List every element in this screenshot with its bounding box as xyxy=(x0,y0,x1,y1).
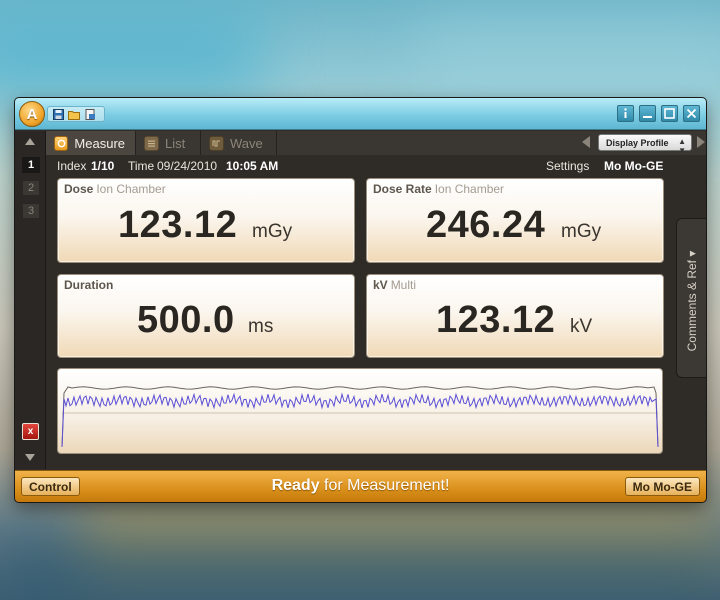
app-window: A Measure List Wave Display Profile ▲ ▼ … xyxy=(15,98,706,502)
title-bar: A xyxy=(15,98,706,130)
status-bar: Control Ready for Measurement! Mo Mo-GE xyxy=(15,470,706,502)
profile-select-value: Display Profile xyxy=(606,137,669,148)
minimize-icon[interactable] xyxy=(639,105,656,122)
kv-unit: kV xyxy=(570,316,593,337)
waveform-graph xyxy=(61,386,659,448)
index-label: Index xyxy=(57,159,87,173)
time-value: 10:05 AM xyxy=(226,159,279,173)
duration-panel: Duration 500.0 ms xyxy=(57,274,355,358)
tab-label: Measure xyxy=(74,135,125,151)
dose-rate-sub-label: Ion Chamber xyxy=(434,182,505,196)
date-value: 09/24/2010 xyxy=(157,159,218,173)
measurement-sidebar: 1 2 3 x xyxy=(15,131,46,469)
settings-label: Settings xyxy=(546,159,590,173)
scroll-up-icon[interactable] xyxy=(25,138,35,145)
status-message: Ready for Measurement! xyxy=(15,477,706,495)
waveform-signal-line xyxy=(61,392,659,448)
waveform-envelope-line xyxy=(61,386,659,448)
duration-unit: ms xyxy=(248,316,274,337)
export-icon[interactable] xyxy=(84,108,96,120)
settings-value: Mo Mo-GE xyxy=(604,159,664,173)
sidebar-item-1[interactable]: 1 xyxy=(22,157,40,173)
dose-label: Dose xyxy=(64,182,94,196)
scroll-down-icon[interactable] xyxy=(25,454,35,461)
display-profile-select[interactable]: Display Profile ▲ ▼ xyxy=(598,134,692,155)
dose-rate-unit: mGy xyxy=(561,221,602,242)
waveform-panel xyxy=(57,368,663,454)
tab-measure[interactable]: Measure xyxy=(46,131,136,155)
dose-value: 123.12 xyxy=(118,204,238,246)
updown-arrow-icon: ▲ ▼ xyxy=(678,137,686,155)
close-icon[interactable] xyxy=(683,105,700,122)
delete-button[interactable]: x xyxy=(22,423,39,440)
measure-icon xyxy=(54,135,69,151)
sidebar-item-3[interactable]: 3 xyxy=(22,203,40,219)
tab-bar: Measure List Wave Display Profile ▲ ▼ xyxy=(46,131,706,155)
kv-sub-label: Multi xyxy=(390,278,417,292)
quick-toolbar xyxy=(47,106,105,122)
tab-label: Wave xyxy=(230,135,263,151)
dose-unit: mGy xyxy=(252,221,293,242)
chevron-left-icon[interactable] xyxy=(582,136,590,148)
comments-ref-tab[interactable]: Comments & Ref ▾ xyxy=(676,218,706,378)
save-icon[interactable] xyxy=(52,108,64,120)
dose-rate-value: 246.24 xyxy=(426,204,546,246)
open-folder-icon[interactable] xyxy=(68,108,80,120)
window-controls xyxy=(617,105,700,122)
info-icon[interactable] xyxy=(617,105,634,122)
kv-value: 123.12 xyxy=(436,299,556,341)
measurement-info-bar: Index 1/10 Time 09/24/2010 10:05 AM Sett… xyxy=(57,159,677,175)
kv-label: kV xyxy=(373,278,388,292)
dose-panel: Dose Ion Chamber 123.12 mGy xyxy=(57,178,355,263)
dose-sub-label: Ion Chamber xyxy=(96,182,166,196)
comments-ref-label: Comments & Ref ▾ xyxy=(685,250,699,352)
list-icon xyxy=(144,135,159,151)
status-message-rest: for Measurement! xyxy=(319,477,450,494)
status-message-bold: Ready xyxy=(271,477,320,494)
tab-wave[interactable]: Wave xyxy=(201,131,277,155)
kv-panel: kV Multi 123.12 kV xyxy=(366,274,664,358)
chevron-right-icon[interactable] xyxy=(697,136,705,148)
duration-label: Duration xyxy=(64,278,114,292)
maximize-icon[interactable] xyxy=(661,105,678,122)
wave-icon xyxy=(209,135,224,151)
app-logo[interactable]: A xyxy=(19,101,45,127)
sidebar-item-2[interactable]: 2 xyxy=(22,180,40,196)
tab-label: List xyxy=(165,135,186,151)
profile-button[interactable]: Mo Mo-GE xyxy=(624,477,700,496)
time-label: Time xyxy=(128,159,155,173)
dose-rate-panel: Dose Rate Ion Chamber 246.24 mGy xyxy=(366,178,664,263)
dose-rate-label: Dose Rate xyxy=(373,182,432,196)
duration-value: 500.0 xyxy=(137,299,235,341)
index-value: 1/10 xyxy=(91,159,115,173)
tab-list[interactable]: List xyxy=(136,131,201,155)
